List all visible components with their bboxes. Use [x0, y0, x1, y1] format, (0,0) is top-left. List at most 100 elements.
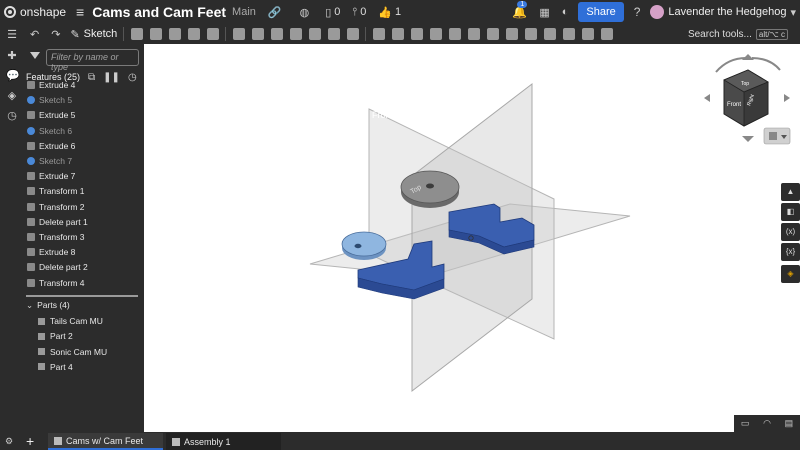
rotate-left-arrow-icon[interactable] — [715, 57, 747, 73]
mate-connector-tool-icon[interactable] — [506, 28, 519, 40]
feature-item-label: Delete part 2 — [39, 262, 88, 273]
feature-item[interactable]: Extrude 6 — [24, 139, 144, 153]
render-icon[interactable]: ◠ — [763, 418, 771, 429]
link-icon[interactable]: 🔗 — [268, 6, 282, 19]
help-icon[interactable]: ? — [634, 5, 641, 19]
chamfer-tool-icon[interactable] — [252, 28, 265, 40]
versions-button[interactable]: ▯ 0 — [325, 6, 340, 19]
hole-tool-icon[interactable] — [328, 28, 341, 40]
history-icon[interactable]: ◷ — [6, 111, 18, 122]
revolve-tool-icon[interactable] — [150, 28, 163, 40]
feature-item[interactable]: Sketch 7 — [24, 154, 144, 168]
feature-item[interactable]: Transform 3 — [24, 230, 144, 244]
avatar[interactable] — [650, 5, 665, 19]
custom-features-icon[interactable]: {x} — [781, 243, 800, 261]
learning-icon[interactable]: ◐ — [562, 6, 569, 18]
rib-tool-icon[interactable] — [290, 28, 303, 40]
apps-icon[interactable]: ▦ — [539, 6, 549, 19]
thicken-tool-icon[interactable] — [207, 28, 220, 40]
mirror-tool-icon[interactable] — [392, 28, 405, 40]
feature-list-icon[interactable]: ☰ — [6, 30, 18, 41]
thread-tool-icon[interactable] — [347, 28, 360, 40]
shell-tool-icon[interactable] — [309, 28, 322, 40]
appearance-icon[interactable]: ◈ — [6, 91, 18, 102]
pan-left-arrow-icon[interactable] — [704, 94, 710, 102]
part-item[interactable]: Part 4 — [38, 360, 142, 374]
plus-icon[interactable]: + — [26, 434, 34, 448]
tab-part-studio[interactable]: Cams w/ Cam Feet — [48, 433, 163, 450]
split-tool-icon[interactable] — [430, 28, 443, 40]
hamburger-icon[interactable]: ≡ — [76, 5, 84, 19]
pan-right-arrow-icon[interactable] — [784, 94, 790, 102]
bom-icon[interactable]: ▲ — [781, 183, 800, 201]
tab-assembly[interactable]: Assembly 1 — [166, 433, 281, 450]
fillet-tool-icon[interactable] — [233, 28, 246, 40]
onshape-logo[interactable]: onshape — [4, 5, 66, 19]
view-cube[interactable]: Top Front Right — [723, 69, 769, 127]
sketch-button[interactable]: ✎ Sketch — [70, 28, 117, 41]
globe-icon[interactable]: ◍ — [300, 6, 310, 19]
delete-part-tool-icon[interactable] — [468, 28, 481, 40]
graphics-viewport[interactable]: Front Top Top Front Right — [144, 44, 800, 432]
draft-tool-icon[interactable] — [271, 28, 284, 40]
light-blue-cam[interactable] — [341, 231, 387, 257]
user-menu-chevron-icon[interactable]: ▾ — [790, 6, 796, 19]
sketch-label: Sketch — [83, 28, 118, 40]
feature-item[interactable]: Transform 4 — [24, 276, 144, 290]
part-item[interactable]: Tails Cam MU — [38, 314, 142, 328]
document-branch[interactable]: Main — [232, 6, 256, 18]
parts-header[interactable]: ⌄ Parts (4) — [26, 298, 142, 312]
feature-item[interactable]: Sketch 5 — [24, 93, 144, 107]
search-tools-button[interactable]: Search tools... alt/⌥ c — [688, 26, 788, 42]
pan-down-arrow-icon[interactable] — [742, 136, 754, 142]
notifications-button[interactable]: 🔔 1 — [512, 1, 527, 19]
view-cube-top-label[interactable]: Top — [741, 81, 749, 87]
section-view-icon[interactable]: ▭ — [741, 418, 750, 429]
configurations-icon[interactable]: ◧ — [781, 203, 800, 221]
extrude-tool-icon[interactable] — [131, 28, 144, 40]
frame-tool-icon[interactable] — [544, 28, 557, 40]
user-name[interactable]: Lavender the Hedgehog — [668, 6, 786, 18]
feature-item[interactable]: Extrude 5 — [24, 108, 144, 122]
part-item[interactable]: Sonic Cam MU — [38, 345, 142, 359]
like-button[interactable]: 👍 1 — [378, 6, 401, 19]
branches-button[interactable]: ⫯ 0 — [352, 6, 366, 19]
measure-icon[interactable]: ▤ — [785, 418, 794, 429]
document-title[interactable]: Cams and Cam Feet — [92, 4, 226, 20]
feature-item[interactable]: Extrude 4 — [24, 78, 144, 92]
appearance-panel-icon[interactable]: ◈ — [781, 265, 800, 283]
loft-tool-icon[interactable] — [188, 28, 201, 40]
filter-icon[interactable] — [30, 52, 40, 62]
feature-filter-input[interactable]: Filter by name or type — [46, 49, 139, 72]
select-tool-icon[interactable] — [601, 28, 614, 40]
model-canvas[interactable]: Front Top Top Front Right — [144, 44, 800, 432]
feature-item[interactable]: Extrude 7 — [24, 169, 144, 183]
variables-icon[interactable]: (x) — [781, 223, 800, 241]
top-bar: onshape ≡ Cams and Cam Feet Main 🔗 ◍ ▯ 0… — [0, 0, 800, 24]
feature-item[interactable]: Extrude 8 — [24, 245, 144, 259]
sweep-tool-icon[interactable] — [169, 28, 182, 40]
view-cube-front-label[interactable]: Front — [727, 102, 741, 108]
boolean-tool-icon[interactable] — [411, 28, 424, 40]
redo-icon[interactable]: ↷ — [51, 28, 60, 41]
transform-tool-icon[interactable] — [449, 28, 462, 40]
undo-icon[interactable]: ↶ — [30, 28, 39, 41]
measure-tool-icon[interactable] — [582, 28, 595, 40]
part-item[interactable]: Part 2 — [38, 329, 142, 343]
rollback-bar[interactable] — [26, 295, 138, 297]
document-settings-icon[interactable]: ⚙ — [5, 436, 17, 446]
pattern-tool-icon[interactable] — [373, 28, 386, 40]
sheet-metal-tool-icon[interactable] — [525, 28, 538, 40]
plane-tool-icon[interactable] — [487, 28, 500, 40]
feature-item[interactable]: Transform 1 — [24, 184, 144, 198]
insert-icon[interactable]: ✚ — [6, 51, 18, 62]
pan-up-arrow-icon[interactable] — [742, 54, 754, 60]
feature-item[interactable]: Delete part 1 — [24, 215, 144, 229]
feature-item[interactable]: Transform 2 — [24, 200, 144, 214]
feature-item[interactable]: Sketch 6 — [24, 124, 144, 138]
surface-tool-icon[interactable] — [563, 28, 576, 40]
feature-item[interactable]: Delete part 2 — [24, 260, 144, 274]
share-button[interactable]: Share — [578, 2, 624, 22]
comments-icon[interactable]: 💬 — [6, 71, 20, 82]
rotate-right-arrow-icon[interactable] — [751, 57, 781, 71]
